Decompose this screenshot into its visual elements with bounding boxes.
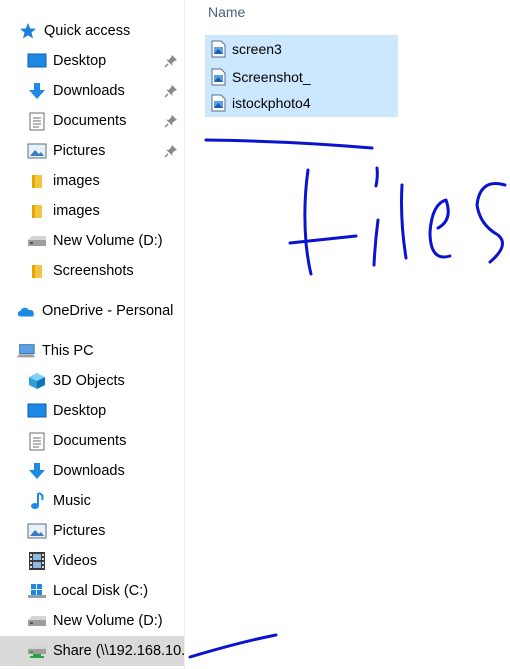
pictures-icon [27, 521, 47, 541]
nav-quick-desktop[interactable]: Desktop [0, 46, 184, 76]
nav-quick-screenshots[interactable]: Screenshots [0, 256, 184, 286]
folder-icon [27, 201, 47, 221]
file-name: istockphoto4 [232, 95, 311, 111]
nav-label: Share (\\192.168.10. [53, 643, 185, 659]
navigation-pane: Quick access Desktop Downloads Documents… [0, 0, 185, 669]
image-file-icon [211, 68, 227, 86]
nav-label: New Volume (D:) [53, 613, 163, 629]
computer-icon [16, 341, 36, 361]
nav-label: images [53, 203, 100, 219]
nav-label: Videos [53, 553, 98, 569]
star-icon [18, 21, 38, 41]
pin-icon[interactable] [164, 144, 178, 158]
3d-objects-icon [27, 371, 47, 391]
cloud-icon [16, 301, 36, 321]
nav-pc-documents[interactable]: Documents [0, 426, 184, 456]
nav-label: images [53, 173, 100, 189]
nav-quick-access-label: Quick access [44, 23, 131, 39]
nav-quick-new-volume[interactable]: New Volume (D:) [0, 226, 184, 256]
nav-label: Documents [53, 433, 127, 449]
file-row[interactable]: screen3 [205, 35, 398, 63]
nav-quick-documents[interactable]: Documents [0, 106, 184, 136]
nav-label: Downloads [53, 463, 125, 479]
pictures-icon [27, 141, 47, 161]
nav-quick-pictures[interactable]: Pictures [0, 136, 184, 166]
file-row[interactable]: Screenshot_ [205, 63, 398, 91]
nav-quick-images-2[interactable]: images [0, 196, 184, 226]
pin-icon[interactable] [164, 114, 178, 128]
download-arrow-icon [27, 461, 47, 481]
nav-pc-share[interactable]: Share (\\192.168.10. [0, 636, 184, 666]
nav-onedrive-label: OneDrive - Personal [42, 303, 174, 319]
nav-pc-videos[interactable]: Videos [0, 546, 184, 576]
drive-icon [27, 611, 47, 631]
nav-label: Desktop [53, 53, 107, 69]
nav-pc-downloads[interactable]: Downloads [0, 456, 184, 486]
desktop-icon [27, 401, 47, 421]
documents-icon [27, 111, 47, 131]
nav-quick-access[interactable]: Quick access [0, 16, 184, 46]
nav-onedrive[interactable]: OneDrive - Personal [0, 296, 184, 326]
nav-pc-music[interactable]: Music [0, 486, 184, 516]
nav-label: New Volume (D:) [53, 233, 163, 249]
file-list-pane: Name screen3 Screenshot_ istockphoto4 [185, 0, 510, 669]
file-row[interactable]: istockphoto4 [205, 89, 398, 117]
video-film-icon [27, 551, 47, 571]
nav-this-pc-label: This PC [42, 343, 94, 359]
nav-pc-desktop[interactable]: Desktop [0, 396, 184, 426]
nav-pc-3d-objects[interactable]: 3D Objects [0, 366, 184, 396]
nav-pc-new-volume[interactable]: New Volume (D:) [0, 606, 184, 636]
nav-pc-pictures[interactable]: Pictures [0, 516, 184, 546]
folder-icon [27, 261, 47, 281]
nav-pc-local-disk[interactable]: Local Disk (C:) [0, 576, 184, 606]
download-arrow-icon [27, 81, 47, 101]
drive-icon [27, 231, 47, 251]
folder-icon [27, 171, 47, 191]
documents-icon [27, 431, 47, 451]
nav-quick-downloads[interactable]: Downloads [0, 76, 184, 106]
nav-label: Local Disk (C:) [53, 583, 149, 599]
pin-icon[interactable] [164, 84, 178, 98]
network-drive-icon [27, 641, 47, 661]
pin-icon[interactable] [164, 54, 178, 68]
nav-label: 3D Objects [53, 373, 125, 389]
nav-label: Pictures [53, 523, 106, 539]
nav-label: Documents [53, 113, 127, 129]
nav-label: Pictures [53, 143, 106, 159]
desktop-icon [27, 51, 47, 71]
nav-label: Downloads [53, 83, 125, 99]
nav-this-pc[interactable]: This PC [0, 336, 184, 366]
file-name: Screenshot_ [232, 69, 311, 85]
windows-drive-icon [27, 581, 47, 601]
file-name: screen3 [232, 41, 282, 57]
column-header-name[interactable]: Name [208, 4, 245, 20]
nav-label: Desktop [53, 403, 107, 419]
image-file-icon [211, 40, 227, 58]
nav-quick-images-1[interactable]: images [0, 166, 184, 196]
music-note-icon [27, 491, 47, 511]
nav-label: Music [53, 493, 91, 509]
nav-label: Screenshots [53, 263, 134, 279]
image-file-icon [211, 94, 227, 112]
